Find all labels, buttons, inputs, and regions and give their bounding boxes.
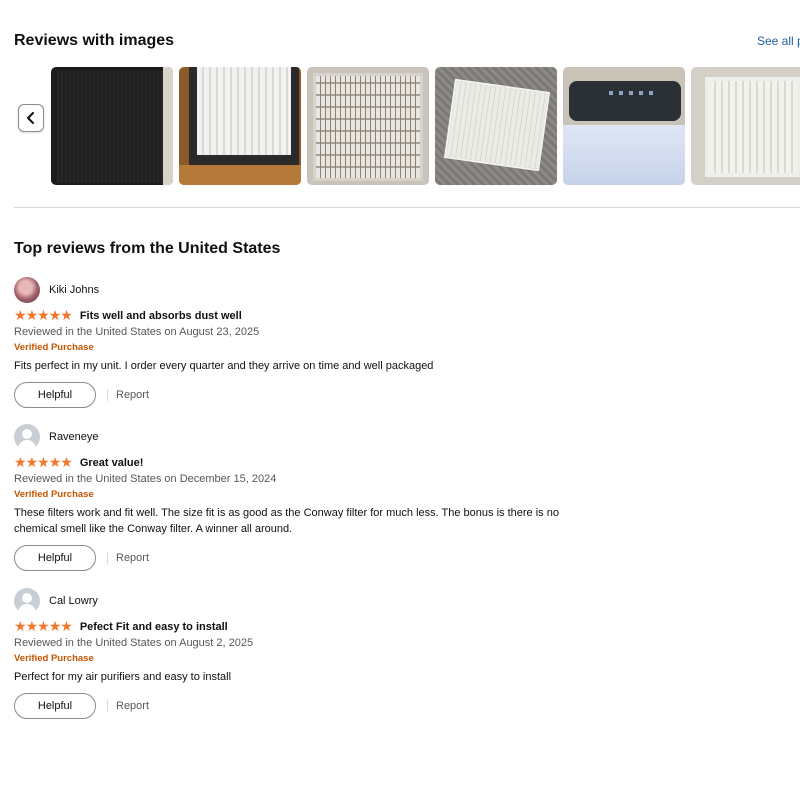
five-star-rating[interactable]: ★ ★ ★ ★ ★ (14, 619, 73, 635)
star-icon: ★ (14, 308, 27, 324)
review-body: These filters work and fit well. The siz… (14, 507, 559, 535)
divider (107, 700, 108, 712)
review-date: Reviewed in the United States on August … (14, 637, 254, 649)
report-link[interactable]: Report (116, 389, 149, 401)
default-user-icon (14, 588, 40, 614)
review-date: Reviewed in the United States on August … (14, 326, 260, 338)
star-icon: ★ (37, 619, 50, 635)
star-icon: ★ (14, 455, 27, 471)
default-user-icon (14, 424, 40, 450)
avatar (14, 277, 40, 303)
review-image-thumbnail[interactable] (435, 67, 557, 185)
review-card: Cal Lowry ★ ★ ★ ★ ★ Pefect Fit and easy to i… (14, 588, 574, 719)
review-title[interactable]: Fits well and absorbs dust well (80, 310, 242, 322)
review-card: Raveneye ★ ★ ★ ★ ★ Great value! Reviewed in … (14, 424, 574, 571)
star-icon: ★ (25, 308, 39, 324)
star-icon: ★ (60, 619, 73, 635)
review-image-thumbnail[interactable] (307, 67, 429, 185)
review-body: Fits perfect in my unit. I order every q… (14, 360, 434, 372)
review-author[interactable]: Kiki Johns (14, 277, 574, 303)
review-image-thumbnail[interactable] (179, 67, 301, 185)
helpful-button[interactable]: Helpful (14, 382, 96, 408)
star-icon: ★ (37, 308, 50, 324)
review-image-thumbnail[interactable] (691, 67, 800, 185)
chevron-left-icon (27, 112, 34, 124)
verified-purchase-badge[interactable]: Verified Purchase (14, 342, 574, 353)
verified-purchase-badge[interactable]: Verified Purchase (14, 489, 574, 500)
star-icon: ★ (37, 455, 50, 471)
review-image-thumbnail[interactable] (51, 67, 173, 185)
reviews-with-images-heading: Reviews with images (14, 32, 175, 49)
star-icon: ★ (60, 308, 73, 324)
see-all-photos-link[interactable]: See all p (757, 34, 800, 48)
review-title[interactable]: Pefect Fit and easy to install (80, 621, 228, 633)
author-name: Cal Lowry (49, 595, 98, 607)
star-icon: ★ (25, 619, 39, 635)
divider (107, 552, 108, 564)
divider (107, 389, 108, 401)
helpful-button[interactable]: Helpful (14, 693, 96, 719)
star-icon: ★ (48, 308, 62, 324)
review-author[interactable]: Raveneye (14, 424, 574, 450)
review-image-carousel (51, 67, 800, 185)
review-body: Perfect for my air purifiers and easy to… (14, 671, 232, 683)
author-name: Raveneye (49, 431, 99, 443)
report-link[interactable]: Report (116, 700, 149, 712)
review-card: Kiki Johns ★ ★ ★ ★ ★ Fits well and absorbs d… (14, 277, 574, 408)
top-reviews-heading: Top reviews from the United States (14, 240, 281, 257)
report-link[interactable]: Report (116, 552, 149, 564)
star-icon: ★ (25, 455, 39, 471)
star-icon: ★ (48, 455, 62, 471)
carousel-prev-button[interactable] (18, 104, 44, 132)
verified-purchase-badge[interactable]: Verified Purchase (14, 653, 574, 664)
star-icon: ★ (14, 619, 27, 635)
review-author[interactable]: Cal Lowry (14, 588, 574, 614)
author-name: Kiki Johns (49, 284, 100, 296)
review-title[interactable]: Great value! (80, 457, 144, 469)
section-divider (14, 207, 800, 208)
five-star-rating[interactable]: ★ ★ ★ ★ ★ (14, 455, 73, 471)
star-icon: ★ (60, 455, 73, 471)
helpful-button[interactable]: Helpful (14, 545, 96, 571)
review-date: Reviewed in the United States on Decembe… (14, 473, 277, 485)
five-star-rating[interactable]: ★ ★ ★ ★ ★ (14, 308, 73, 324)
review-image-thumbnail[interactable] (563, 67, 685, 185)
star-icon: ★ (48, 619, 62, 635)
